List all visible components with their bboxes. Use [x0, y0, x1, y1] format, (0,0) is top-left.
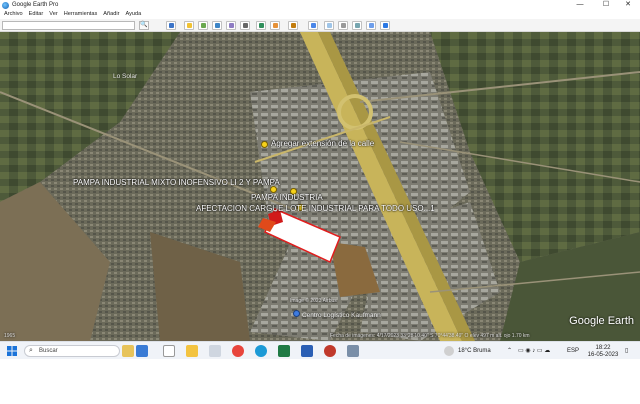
windows-start-icon[interactable]: [7, 346, 17, 356]
toolbar: 🔍: [0, 19, 640, 32]
placemark-pin-icon[interactable]: [261, 141, 268, 148]
weather-icon[interactable]: [444, 346, 454, 356]
chrome-icon[interactable]: [232, 345, 244, 357]
menu-bar: Archivo Editar Ver Herramientas Añadir A…: [0, 10, 640, 19]
add-path-button[interactable]: [212, 21, 222, 30]
widgets-icon[interactable]: [122, 345, 134, 357]
file-explorer-icon[interactable]: [186, 345, 198, 357]
taskbar-search-label: Buscar: [39, 348, 58, 354]
title-bar: Google Earth Pro: [0, 0, 640, 10]
maximize-button[interactable]: ☐: [594, 0, 618, 10]
placemark-pin-icon[interactable]: [270, 186, 277, 193]
mail-icon[interactable]: [209, 345, 221, 357]
placemark-label-street[interactable]: Agregar extensión de la calle: [271, 139, 374, 148]
status-coordinates: Fecha de imágenes: 4/17/2023 33°28'10.40…: [330, 333, 530, 339]
status-left: 1965: [4, 333, 16, 339]
record-tour-button[interactable]: [240, 21, 250, 30]
word-icon[interactable]: [301, 345, 313, 357]
place-label-lo-solar[interactable]: Lo Solar: [113, 73, 137, 80]
google-earth-icon: [2, 1, 9, 9]
search-input[interactable]: [2, 21, 135, 30]
earth-view-button[interactable]: [380, 21, 390, 30]
tray-chevron-icon[interactable]: ⌃: [507, 342, 512, 360]
widgets-icon-2[interactable]: [136, 345, 148, 357]
map-view[interactable]: Lo Solar Agregar extensión de la calle P…: [0, 32, 640, 341]
email-button[interactable]: [324, 21, 334, 30]
add-placemark-button[interactable]: [184, 21, 194, 30]
sidebar-toggle-button[interactable]: [166, 21, 176, 30]
add-overlay-button[interactable]: [226, 21, 236, 30]
window-title: Google Earth Pro: [12, 2, 59, 8]
search-icon: ⌕: [29, 347, 33, 354]
add-polygon-button[interactable]: [198, 21, 208, 30]
taskbar: ⌕ Buscar 18°C Bruma ⌃ ▭ ◉ ♪ ▭ ☁ ESP 18:2…: [0, 341, 640, 359]
menu-archivo[interactable]: Archivo: [4, 10, 23, 19]
placemark-label-pampa-mixto[interactable]: PAMPA INDUSTRIAL MIXTO INOFENSIVO LI 2 Y…: [73, 178, 280, 187]
taskbar-search[interactable]: ⌕ Buscar: [24, 345, 120, 357]
google-earth-logo: Google Earth: [569, 315, 634, 327]
chrome-profile-icon[interactable]: [324, 345, 336, 357]
google-earth-taskbar-icon[interactable]: [347, 345, 359, 357]
blank-area: [0, 359, 640, 404]
placemark-label-pampa-industria[interactable]: PAMPA INDUSTRIA: [251, 193, 323, 202]
sunlight-button[interactable]: [270, 21, 280, 30]
excel-icon[interactable]: [278, 345, 290, 357]
placemark-label-afectacion[interactable]: AFECTACION CARGUE LOTE INDUSTRIAL PARA T…: [196, 204, 435, 213]
menu-ver[interactable]: Ver: [49, 10, 57, 19]
minimize-button[interactable]: —: [568, 0, 592, 10]
search-button[interactable]: 🔍: [139, 21, 149, 30]
language-indicator[interactable]: ESP: [567, 342, 579, 360]
menu-editar[interactable]: Editar: [29, 10, 44, 19]
save-image-button[interactable]: [352, 21, 362, 30]
weather-text[interactable]: 18°C Bruma: [458, 342, 491, 360]
planets-button[interactable]: [288, 21, 298, 30]
menu-ayuda[interactable]: Ayuda: [125, 10, 141, 19]
poi-pin-icon[interactable]: [293, 310, 300, 317]
notifications-icon[interactable]: ▯: [625, 342, 628, 360]
view-in-maps-button[interactable]: [366, 21, 376, 30]
menu-anadir[interactable]: Añadir: [103, 10, 119, 19]
ruler-button[interactable]: [308, 21, 318, 30]
image-credit: Image © 2023 Airbus: [290, 298, 337, 304]
tray-icons[interactable]: ▭ ◉ ♪ ▭ ☁: [518, 342, 550, 360]
historical-imagery-button[interactable]: [256, 21, 266, 30]
print-button[interactable]: [338, 21, 348, 30]
place-label-centro-logistico[interactable]: Centro Logístico Kaufmann: [302, 312, 381, 319]
task-view-icon[interactable]: [163, 345, 175, 357]
close-button[interactable]: ✕: [616, 0, 640, 10]
edge-icon[interactable]: [255, 345, 267, 357]
menu-herramientas[interactable]: Herramientas: [64, 10, 98, 19]
